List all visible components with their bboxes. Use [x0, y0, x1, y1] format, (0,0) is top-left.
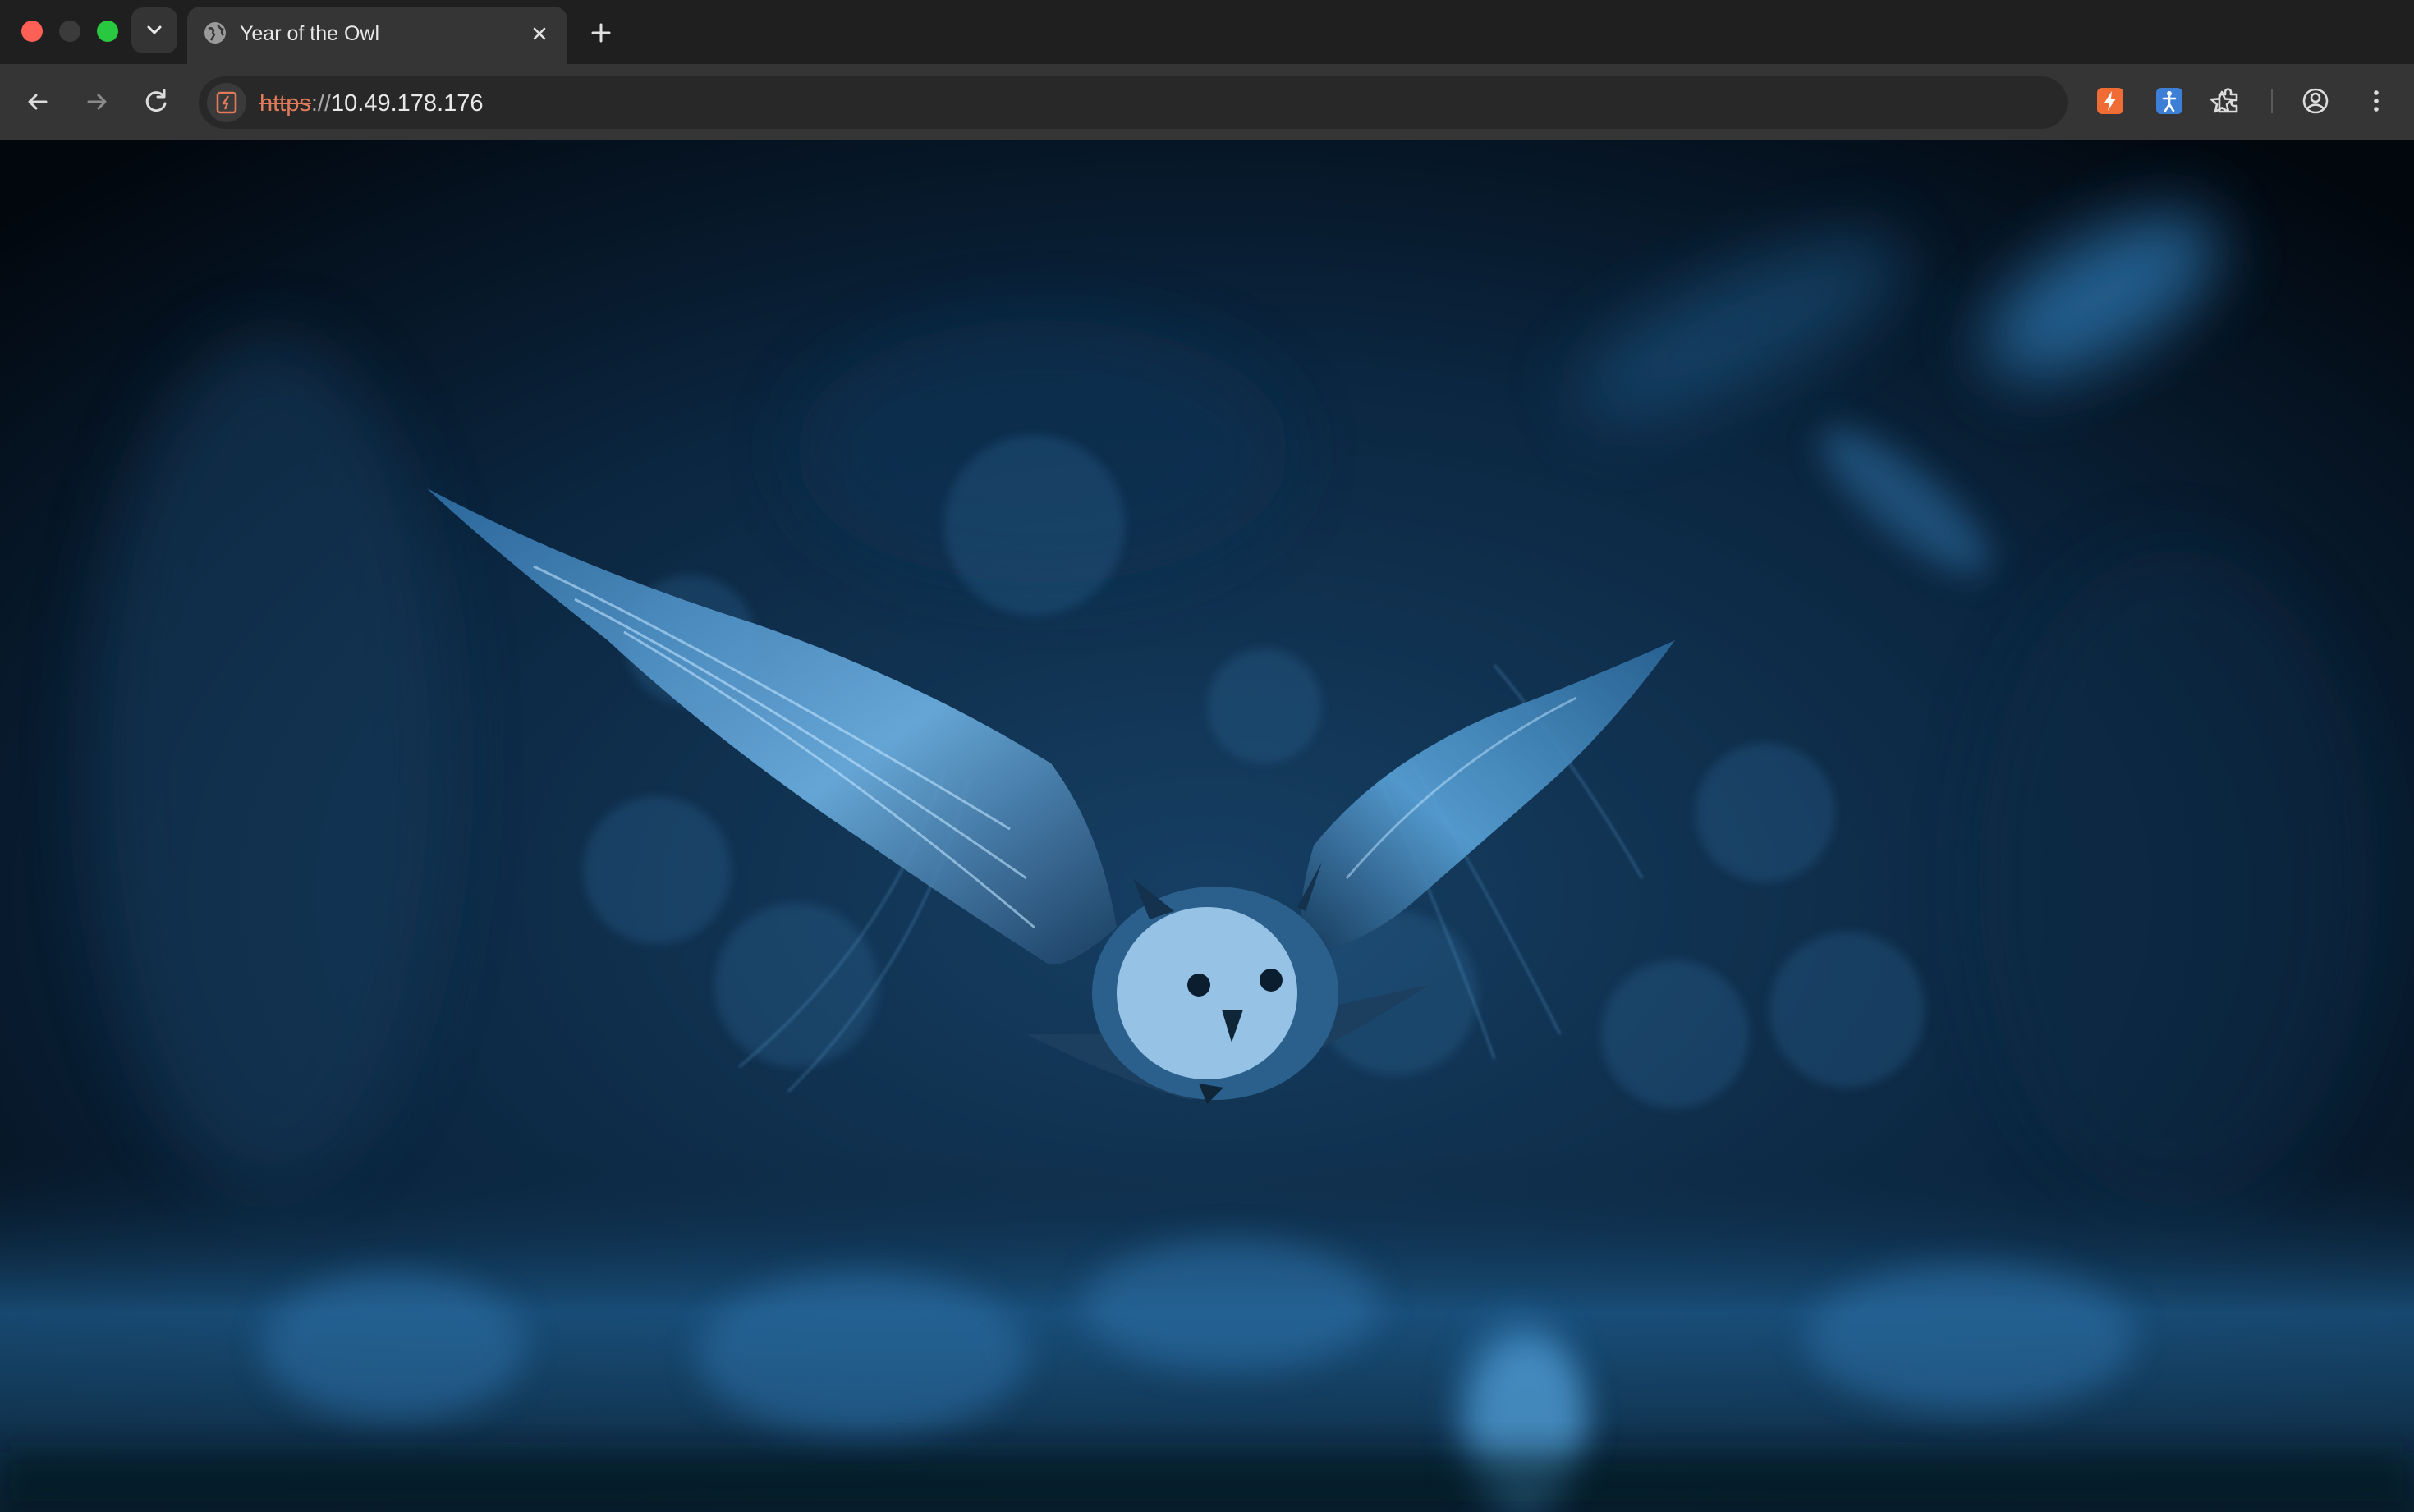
url-scheme: https	[259, 90, 311, 117]
window-minimize-button[interactable]	[59, 21, 80, 42]
url-text: https://10.49.178.176	[259, 90, 484, 117]
tab-active[interactable]: Year of the Owl	[187, 7, 567, 64]
window-close-button[interactable]	[21, 21, 43, 42]
browser-toolbar: https://10.49.178.176	[0, 64, 2414, 140]
tab-title: Year of the Owl	[240, 22, 380, 45]
new-tab-button[interactable]	[586, 18, 616, 48]
reload-icon[interactable]	[140, 85, 172, 118]
address-bar[interactable]: https://10.49.178.176	[199, 76, 2234, 129]
kebab-menu-icon[interactable]	[2360, 85, 2393, 117]
globe-icon	[204, 22, 226, 44]
accessibility-extension-icon[interactable]	[2153, 85, 2186, 117]
tab-search-button[interactable]	[131, 7, 177, 53]
owl-background-image	[0, 140, 2414, 1512]
not-secure-icon	[216, 91, 237, 114]
toolbar-divider	[2271, 89, 2273, 113]
profile-icon[interactable]	[2299, 85, 2332, 117]
arrow-left-icon[interactable]	[21, 85, 54, 118]
arrow-right-icon[interactable]	[80, 85, 113, 118]
url-host: 10.49.178.176	[331, 90, 484, 117]
window-maximize-button[interactable]	[97, 21, 118, 42]
puzzle-icon[interactable]	[2212, 85, 2245, 117]
chevron-down-icon	[147, 25, 162, 34]
lightning-extension-icon[interactable]	[2094, 85, 2127, 117]
url-separator: ://	[310, 90, 332, 117]
site-info-button[interactable]	[207, 83, 246, 122]
page-content	[0, 140, 2414, 1512]
close-icon[interactable]	[527, 21, 552, 46]
tab-strip: Year of the Owl	[0, 0, 2414, 64]
